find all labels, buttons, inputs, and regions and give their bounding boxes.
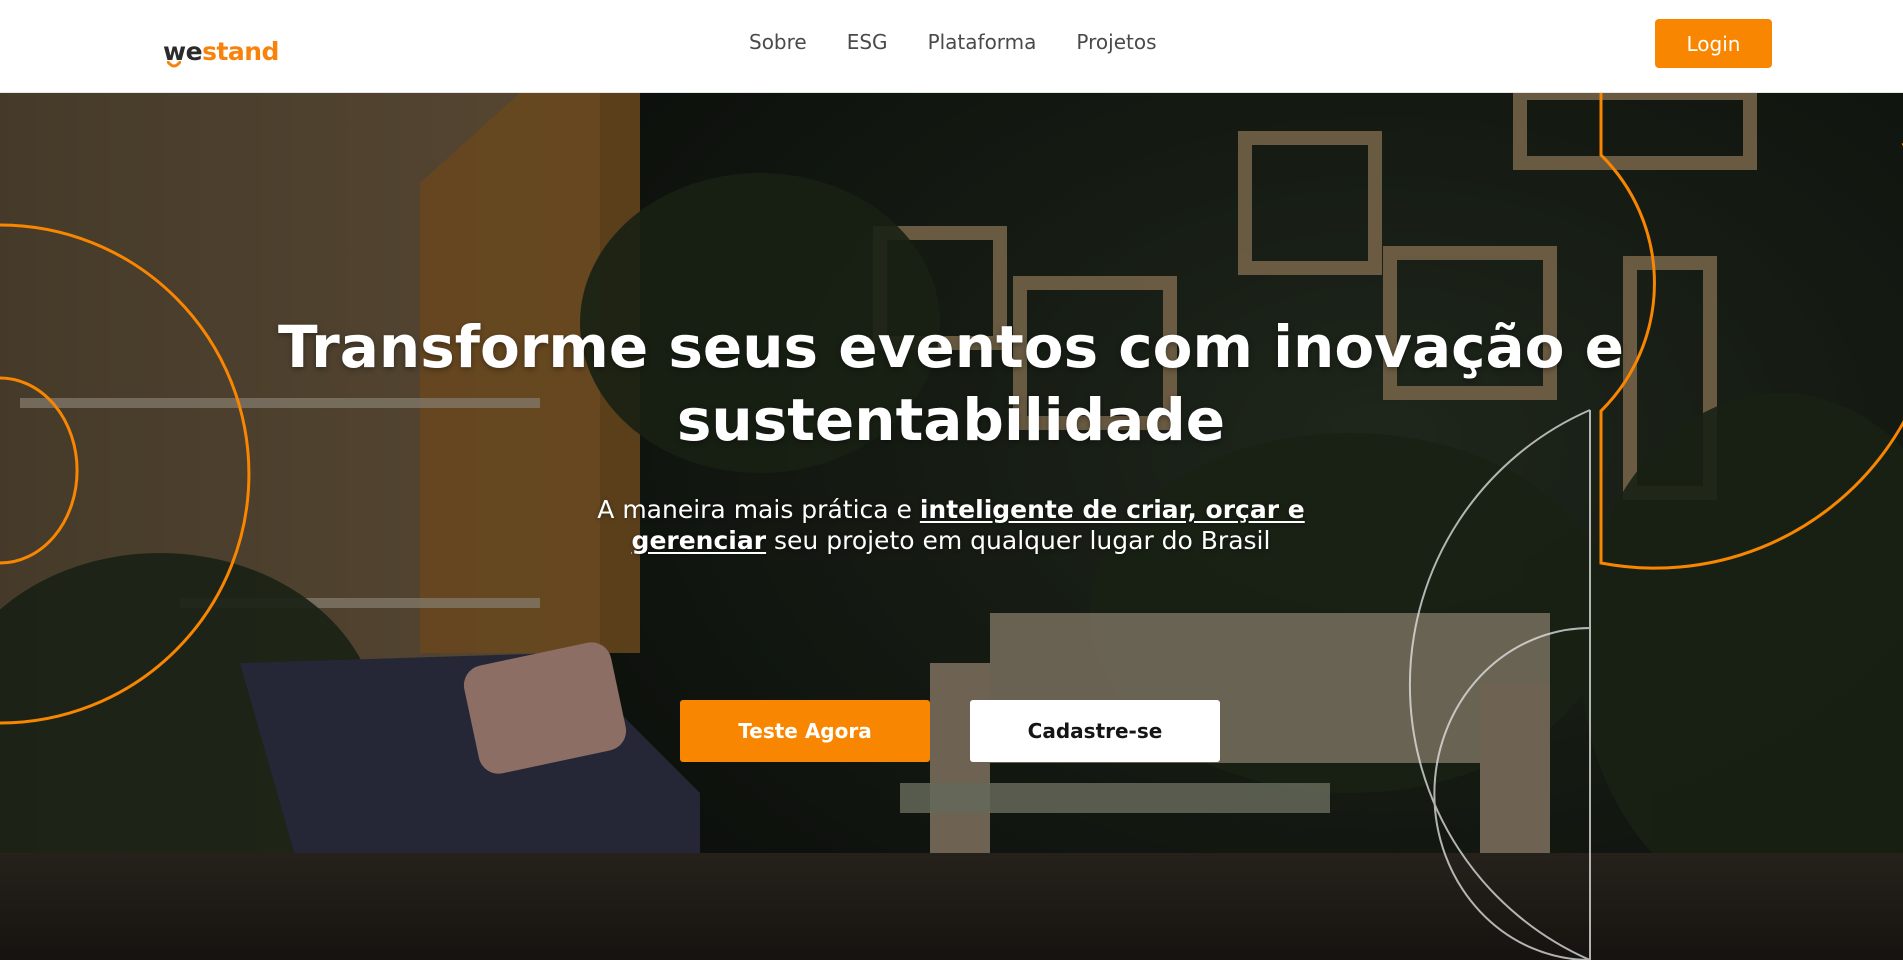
nav-link-sobre[interactable]: Sobre <box>749 30 807 54</box>
hero-section: Transforme seus eventos com inovação e s… <box>0 93 1903 960</box>
hero-title-line1: Transforme seus eventos com inovação e <box>277 313 1625 381</box>
nav-link-projetos[interactable]: Projetos <box>1076 30 1156 54</box>
nav-link-plataforma[interactable]: Plataforma <box>928 30 1037 54</box>
hero-title-line2: sustentabilidade <box>676 386 1226 454</box>
westand-logo[interactable]: westand <box>163 28 279 68</box>
hero-subtitle-part1: A maneira mais prática e <box>597 495 920 524</box>
main-nav: Sobre ESG Plataforma Projetos <box>749 30 1157 54</box>
login-button[interactable]: Login <box>1655 19 1772 68</box>
logo-stand: stand <box>202 37 279 66</box>
hero-subtitle: A maneira mais prática e inteligente de … <box>551 494 1351 556</box>
logo-smile-icon <box>167 61 181 68</box>
hero-title: Transforme seus eventos com inovação e s… <box>251 311 1651 457</box>
hero-subtitle-part2: seu projeto em qualquer lugar do Brasil <box>766 526 1271 555</box>
teste-agora-button[interactable]: Teste Agora <box>680 700 930 762</box>
top-navbar: westand Sobre ESG Plataforma Projetos Lo… <box>0 0 1903 93</box>
cadastre-se-button[interactable]: Cadastre-se <box>970 700 1220 762</box>
nav-link-esg[interactable]: ESG <box>847 30 888 54</box>
